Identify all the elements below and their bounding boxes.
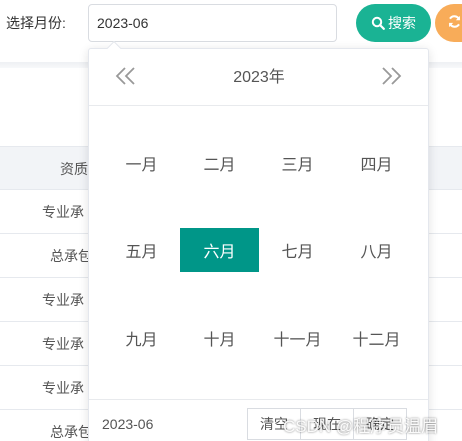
prev-year-button[interactable]	[111, 66, 141, 90]
next-year-button[interactable]	[376, 66, 406, 90]
month-input[interactable]	[88, 4, 337, 42]
page: 选择月份: 搜索 资质	[0, 0, 462, 441]
table-cell: 专业承	[42, 380, 84, 396]
month-cell-12[interactable]: 十二月	[337, 316, 416, 360]
month-cell-9[interactable]: 九月	[102, 316, 181, 360]
table-cell: 总承包	[50, 424, 92, 440]
double-chevron-right-icon	[379, 66, 403, 91]
year-title[interactable]: 2023年	[189, 67, 329, 89]
picker-footer-value: 2023-06	[102, 416, 154, 432]
month-label: 选择月份:	[6, 15, 66, 31]
month-cell-6-selected[interactable]: 六月	[180, 228, 259, 272]
month-cell-7[interactable]: 七月	[258, 228, 337, 272]
refresh-icon	[447, 14, 462, 32]
table-cell: 专业承	[42, 204, 84, 220]
picker-footer-buttons: 清空 现在 确定	[247, 408, 407, 440]
table-cell: 专业承	[42, 292, 84, 308]
table-cell: 总承包	[50, 248, 92, 264]
month-cell-10[interactable]: 十月	[180, 316, 259, 360]
clear-button[interactable]: 清空	[247, 408, 301, 440]
picker-header: 2023年	[89, 49, 428, 106]
double-chevron-left-icon	[114, 66, 138, 91]
month-cell-3[interactable]: 三月	[258, 141, 337, 185]
month-cell-11[interactable]: 十一月	[258, 316, 337, 360]
search-button[interactable]: 搜索	[356, 4, 431, 42]
confirm-button[interactable]: 确定	[353, 408, 407, 440]
month-cell-5[interactable]: 五月	[102, 228, 181, 272]
picker-footer: 2023-06 清空 现在 确定	[89, 399, 428, 441]
now-button[interactable]: 现在	[300, 408, 354, 440]
table-header-qualification: 资质	[60, 161, 88, 177]
month-cell-1[interactable]: 一月	[102, 141, 181, 185]
reset-button[interactable]	[435, 4, 462, 42]
month-cell-8[interactable]: 八月	[337, 228, 416, 272]
search-button-label: 搜索	[388, 15, 416, 31]
table-cell: 专业承	[42, 336, 84, 352]
month-cell-4[interactable]: 四月	[337, 141, 416, 185]
search-icon	[371, 16, 385, 30]
month-cell-2[interactable]: 二月	[180, 141, 259, 185]
month-picker: 2023年 一月 二月 三月 四月 五月 六月 七月 八月 九月 十月 十一月	[88, 40, 429, 441]
